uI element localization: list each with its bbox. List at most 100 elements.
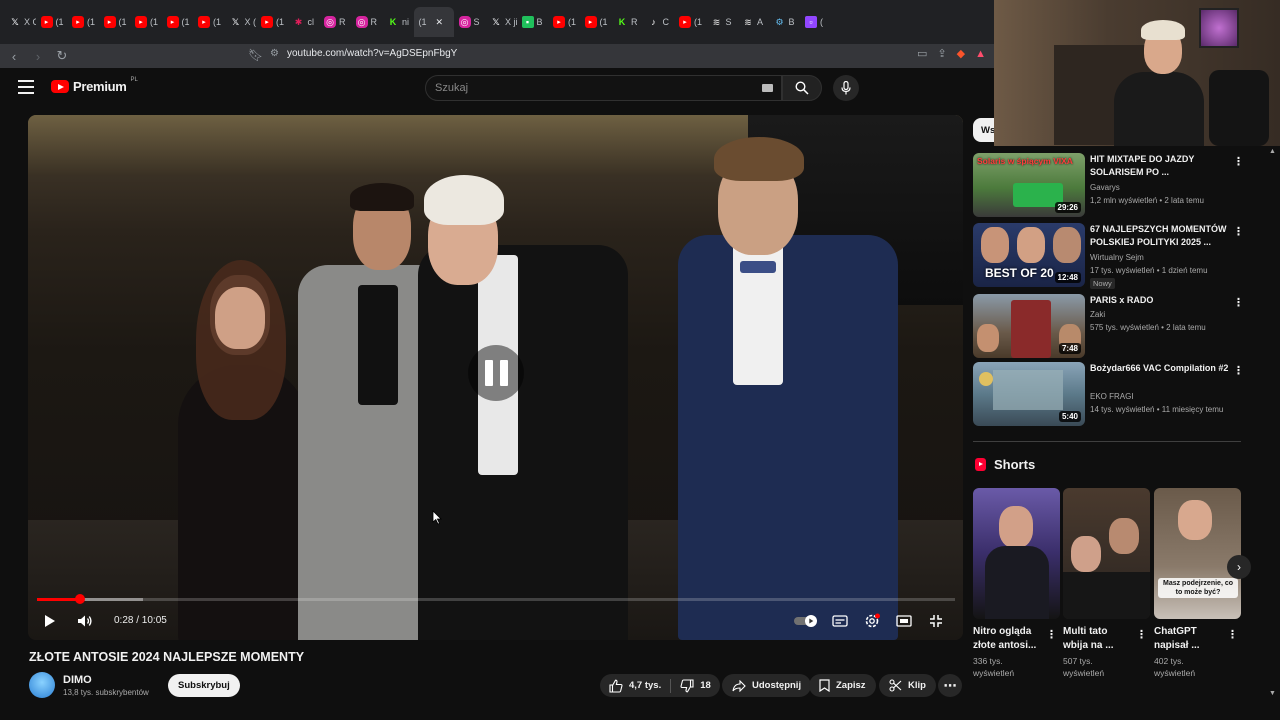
fullscreen-exit-button[interactable] [926,610,946,632]
recommendation-channel[interactable]: Zaki [1090,310,1105,319]
brave-shield-icon[interactable]: ◆ [957,47,965,60]
short-title[interactable]: Multi tato wbija na ... [1063,625,1133,653]
browser-tab-label: X C [24,17,36,27]
recommendation-item[interactable]: BEST OF 20 12:48 67 NAJLEPSZYCH MOMENTÓW… [973,223,1244,289]
recommendation-title[interactable]: Bożydar666 VAC Compilation #2 [1090,362,1230,375]
short-title[interactable]: ChatGPT napisał ... [1154,625,1224,653]
search-input[interactable]: Szukaj [425,75,782,101]
browser-tab[interactable]: ♪ C [643,7,675,37]
browser-tab[interactable]: ▸ (1 [36,7,68,37]
search-button[interactable] [782,75,822,101]
more-options-icon[interactable]: ⋮ [1136,628,1147,641]
more-actions-button[interactable]: ⋯ [938,674,962,697]
more-options-icon[interactable]: ⋮ [1233,225,1244,238]
short-item[interactable]: Masz podejrzenie, co to może być? ChatGP… [1154,488,1241,679]
browser-tab[interactable]: ▪ B [517,7,549,37]
more-options-icon[interactable]: ⋮ [1233,296,1244,309]
more-options-icon[interactable]: ⋮ [1233,155,1244,168]
channel-name[interactable]: DIMO [63,674,92,686]
more-options-icon[interactable]: ⋮ [1046,628,1057,641]
short-title[interactable]: Nitro ogląda złote antosi... [973,625,1043,653]
more-options-icon[interactable]: ⋮ [1233,364,1244,377]
recommendation-item[interactable]: Solaris w śpiącym VIXA 29:26 HIT MIXTAPE… [973,153,1244,217]
shorts-next-button[interactable]: › [1227,555,1251,579]
short-thumbnail[interactable] [973,488,1060,619]
browser-tab[interactable]: ◎ R [351,7,383,37]
browser-tab[interactable]: ≋ S [706,7,738,37]
browser-tab[interactable]: ▸ (1 [674,7,706,37]
settings-button[interactable] [862,610,882,632]
short-item[interactable]: Multi tato wbija na ... 507 tys. wyświet… [1063,488,1150,679]
browser-tab[interactable]: 𝕏 X (2 [225,7,256,37]
forward-icon[interactable]: › [28,46,48,66]
recommendation-thumbnail[interactable]: 5:40 [973,362,1085,426]
recommendation-title[interactable]: PARIS x RADO [1090,294,1230,307]
browser-tab[interactable]: ◎ S [454,7,486,37]
short-item[interactable]: Nitro ogląda złote antosi... 336 tys. wy… [973,488,1060,679]
browser-tab[interactable]: ▸ (1 [162,7,194,37]
site-info-icon[interactable]: ⚙︎ [270,48,279,59]
video-progress-bar[interactable] [37,594,955,604]
back-icon[interactable]: ‹ [4,46,24,66]
browser-tab[interactable]: ▸ (1 [130,7,162,37]
browser-tab[interactable]: ▸ (1 [548,7,580,37]
channel-avatar[interactable] [29,672,55,698]
browser-tab[interactable]: 𝕏 X ji [485,7,517,37]
recommendation-channel[interactable]: EKO FRAGI [1090,392,1134,401]
recommendation-title[interactable]: HIT MIXTAPE DO JAZDY SOLARISEM PO ... [1090,153,1230,178]
bookmark-icon[interactable]: 🔖︎ [248,48,263,62]
short-thumbnail[interactable] [1063,488,1150,619]
like-button[interactable]: 4,7 tys. [600,674,670,697]
clip-button[interactable]: Klip [879,674,936,697]
install-app-icon[interactable]: ▭ [917,47,927,60]
recommendation-thumbnail[interactable]: 7:48 [973,294,1085,358]
browser-tab[interactable]: ≋ A [737,7,769,37]
keyboard-icon[interactable] [762,84,773,92]
scrubber-handle[interactable] [74,594,85,604]
youtube-premium-logo[interactable]: Premium PL [51,77,138,94]
recommendation-title[interactable]: 67 NAJLEPSZYCH MOMENTÓW POLSKIEJ POLITYK… [1090,223,1230,248]
save-button[interactable]: Zapisz [809,674,876,697]
share-icon[interactable]: ⇪ [937,47,946,60]
recommendation-channel[interactable]: Wirtualny Sejm [1090,253,1144,262]
play-button[interactable] [40,610,60,632]
browser-tab[interactable]: ✱ cl [288,7,320,37]
subtitles-button[interactable] [830,610,850,632]
menu-icon[interactable] [18,80,34,94]
browser-tab[interactable]: ▸ (1 [67,7,99,37]
recommendation-channel[interactable]: Gavarys [1090,183,1120,192]
browser-tab[interactable]: Kni [382,7,414,37]
browser-tab-label: X ji [505,17,517,27]
miniplayer-button[interactable] [894,610,914,632]
share-button[interactable]: Udostępnij [722,674,812,697]
recommendation-thumbnail[interactable]: BEST OF 20 12:48 [973,223,1085,287]
brave-rewards-icon[interactable]: ▲ [975,48,986,60]
url-field[interactable]: ⚙︎ youtube.com/watch?v=AgDSEpnFbgY [270,48,457,59]
short-thumbnail[interactable]: Masz podejrzenie, co to może być? [1154,488,1241,619]
close-tab-icon[interactable]: ✕ [436,17,444,28]
pause-overlay-icon[interactable] [468,345,524,401]
recommendation-item[interactable]: 5:40 Bożydar666 VAC Compilation #2 EKO F… [973,362,1244,426]
recommendation-thumbnail[interactable]: Solaris w śpiącym VIXA 29:26 [973,153,1085,217]
browser-tab[interactable]: ▸ (1 [256,7,288,37]
scroll-down-icon[interactable]: ▼ [1269,690,1276,697]
browser-tab[interactable]: 𝕏X C [4,7,36,37]
browser-tab[interactable]: ▸ (1 [193,7,225,37]
voice-search-button[interactable] [833,75,859,101]
browser-tab[interactable]: (1 ✕ [413,7,454,37]
volume-button[interactable] [74,610,96,632]
browser-tab[interactable]: ◎ R [319,7,351,37]
video-player[interactable] [28,115,963,640]
browser-tab[interactable]: KR [611,7,643,37]
dislike-button[interactable]: 18 [671,674,720,697]
browser-tab[interactable]: ⚙︎ B [769,7,801,37]
scroll-up-icon[interactable]: ▲ [1269,148,1276,155]
reload-icon[interactable]: ↻ [52,46,72,66]
more-options-icon[interactable]: ⋮ [1227,628,1238,641]
browser-tab[interactable]: ▸ (1 [99,7,131,37]
browser-tab[interactable]: ▫( [800,7,832,37]
recommendation-item[interactable]: 7:48 PARIS x RADO Zaki 575 tys. wyświetl… [973,294,1244,358]
browser-tab[interactable]: ▸ (1 [580,7,612,37]
autoplay-toggle[interactable] [792,610,822,632]
subscribe-button[interactable]: Subskrybuj [168,674,240,697]
